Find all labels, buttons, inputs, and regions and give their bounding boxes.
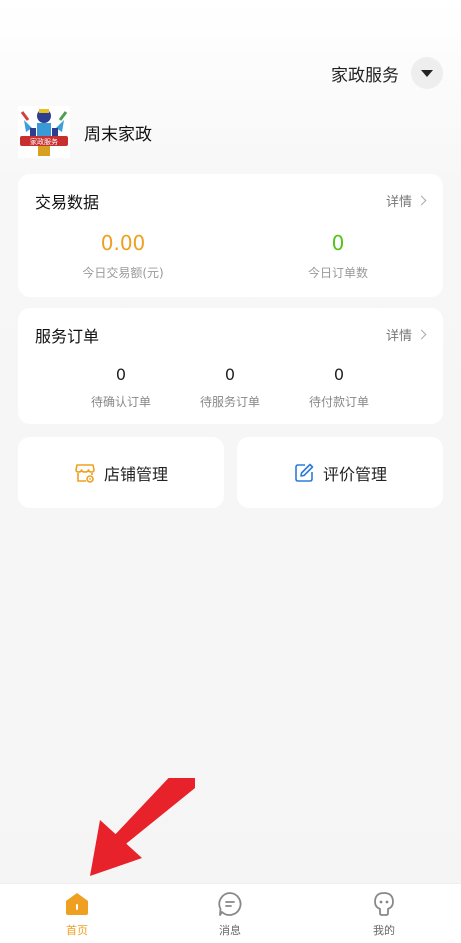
store-manage-button[interactable]: 店铺管理 bbox=[18, 437, 224, 508]
store-manage-label[interactable]: 店铺管理 bbox=[104, 461, 168, 485]
tab-home[interactable]: 首页 bbox=[47, 890, 107, 938]
home-icon bbox=[66, 893, 88, 915]
pending-confirm-label: 待确认订单 bbox=[90, 395, 151, 409]
store-name: 周末家政 bbox=[84, 124, 152, 145]
today-orders-value: 0 bbox=[331, 231, 345, 255]
orders-card-title: 服务订单 bbox=[35, 327, 100, 346]
today-orders-stat[interactable]: 0 今日订单数 bbox=[258, 231, 418, 281]
orders-details-label[interactable]: 详情 bbox=[386, 325, 412, 344]
caret-down-icon bbox=[421, 69, 433, 77]
trade-details-link[interactable]: 详情 bbox=[386, 191, 427, 210]
service-selector[interactable]: 家政服务 bbox=[331, 56, 443, 90]
dropdown-button[interactable] bbox=[411, 57, 443, 89]
profile-icon bbox=[374, 892, 394, 916]
store-info: 家政服务 周末家政 bbox=[18, 106, 152, 158]
message-icon bbox=[218, 892, 242, 916]
today-revenue-stat[interactable]: 0.00 今日交易额(元) bbox=[43, 231, 203, 281]
pending-payment-value: 0 bbox=[333, 365, 345, 384]
pending-service-value: 0 bbox=[224, 365, 236, 384]
red-arrow-annotation bbox=[90, 778, 195, 876]
pending-payment-stat[interactable]: 0 待付款订单 bbox=[289, 365, 389, 410]
tab-profile[interactable]: 我的 bbox=[354, 890, 414, 938]
store-logo: 家政服务 bbox=[18, 106, 70, 158]
trade-card-title: 交易数据 bbox=[35, 193, 100, 212]
chevron-right-icon bbox=[416, 195, 427, 206]
review-manage-button[interactable]: 评价管理 bbox=[237, 437, 443, 508]
trade-details-label[interactable]: 详情 bbox=[386, 191, 412, 210]
trade-data-card: 交易数据 详情 0.00 今日交易额(元) 0 今日订单数 bbox=[18, 174, 443, 297]
edit-icon bbox=[295, 463, 314, 482]
today-revenue-label: 今日交易额(元) bbox=[82, 266, 164, 280]
review-manage-label[interactable]: 评价管理 bbox=[323, 461, 387, 485]
service-label[interactable]: 家政服务 bbox=[331, 61, 399, 86]
tab-messages[interactable]: 消息 bbox=[200, 890, 260, 938]
bottom-tab-bar: 首页 消息 我的 bbox=[0, 883, 461, 943]
logo-text: 家政服务 bbox=[30, 137, 58, 146]
pending-payment-label: 待付款订单 bbox=[308, 395, 369, 409]
pending-confirm-value: 0 bbox=[115, 365, 127, 384]
pending-service-stat[interactable]: 0 待服务订单 bbox=[180, 365, 280, 410]
tab-home-label[interactable]: 首页 bbox=[47, 922, 107, 938]
pending-confirm-stat[interactable]: 0 待确认订单 bbox=[71, 365, 171, 410]
pending-service-label: 待服务订单 bbox=[199, 395, 260, 409]
today-orders-label: 今日订单数 bbox=[307, 266, 368, 280]
chevron-right-icon bbox=[416, 329, 427, 340]
tab-messages-label[interactable]: 消息 bbox=[200, 922, 260, 938]
tab-profile-label[interactable]: 我的 bbox=[354, 922, 414, 938]
store-icon bbox=[75, 463, 95, 483]
orders-details-link[interactable]: 详情 bbox=[386, 325, 427, 344]
today-revenue-value: 0.00 bbox=[100, 231, 146, 255]
service-orders-card: 服务订单 详情 0 待确认订单 0 待服务订单 0 待付款订单 bbox=[18, 308, 443, 424]
